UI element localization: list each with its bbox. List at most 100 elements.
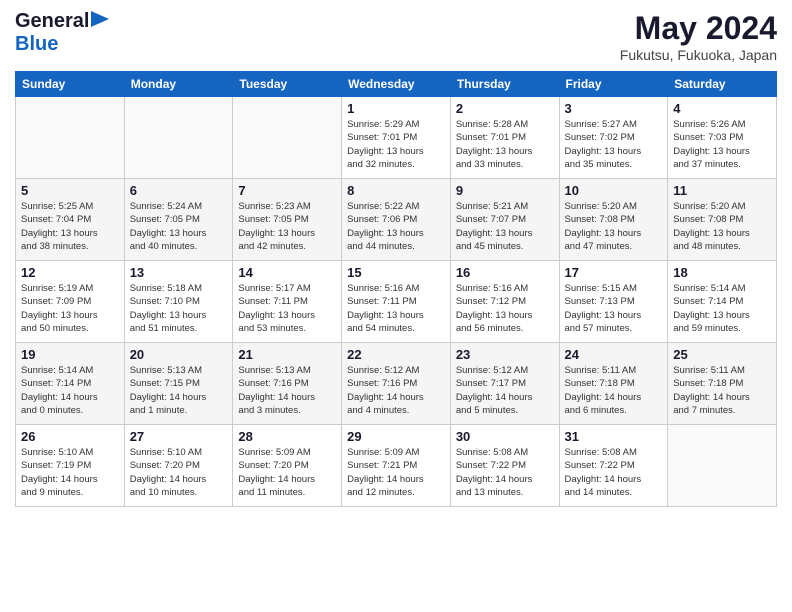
week-row-1: 1Sunrise: 5:29 AM Sunset: 7:01 PM Daylig… xyxy=(16,97,777,179)
day-info: Sunrise: 5:21 AM Sunset: 7:07 PM Dayligh… xyxy=(456,200,554,253)
table-cell xyxy=(16,97,125,179)
day-number: 3 xyxy=(565,101,663,116)
table-cell: 2 Sunrise: 5:28 AM Sunset: 7:01 PM Daylig… xyxy=(450,97,559,179)
logo-general: General xyxy=(15,10,89,33)
table-cell: 21 Sunrise: 5:13 AM Sunset: 7:16 PM Dayli… xyxy=(233,343,342,425)
header-monday: Monday xyxy=(124,72,233,97)
day-number: 17 xyxy=(565,265,663,280)
day-number: 12 xyxy=(21,265,119,280)
header-saturday: Saturday xyxy=(668,72,777,97)
location: Fukutsu, Fukuoka, Japan xyxy=(620,47,777,63)
table-cell: 4Sunrise: 5:26 AM Sunset: 7:03 PM Daylig… xyxy=(668,97,777,179)
logo: General Blue xyxy=(15,10,109,56)
logo-blue: Blue xyxy=(15,33,58,55)
week-row-2: 5Sunrise: 5:25 AM Sunset: 7:04 PM Daylig… xyxy=(16,179,777,261)
table-cell: 5Sunrise: 5:25 AM Sunset: 7:04 PM Daylig… xyxy=(16,179,125,261)
day-info: Sunrise: 5:19 AM Sunset: 7:09 PM Dayligh… xyxy=(21,282,119,335)
day-info: Sunrise: 5:14 AM Sunset: 7:14 PM Dayligh… xyxy=(21,364,119,417)
day-info: Sunrise: 5:08 AM Sunset: 7:22 PM Dayligh… xyxy=(565,446,663,499)
day-info: Sunrise: 5:11 AM Sunset: 7:18 PM Dayligh… xyxy=(565,364,663,417)
day-info: Sunrise: 5:27 AM Sunset: 7:02 PM Dayligh… xyxy=(565,118,663,171)
day-number: 8 xyxy=(347,183,445,198)
header-sunday: Sunday xyxy=(16,72,125,97)
day-info: Sunrise: 5:09 AM Sunset: 7:21 PM Dayligh… xyxy=(347,446,445,499)
table-cell xyxy=(668,425,777,507)
day-info: Sunrise: 5:25 AM Sunset: 7:04 PM Dayligh… xyxy=(21,200,119,253)
day-number: 24 xyxy=(565,347,663,362)
table-cell: 16 Sunrise: 5:16 AM Sunset: 7:12 PM Dayli… xyxy=(450,261,559,343)
table-cell: 22Sunrise: 5:12 AM Sunset: 7:16 PM Dayli… xyxy=(342,343,451,425)
day-number: 21 xyxy=(238,347,336,362)
week-row-3: 12 Sunrise: 5:19 AM Sunset: 7:09 PM Dayli… xyxy=(16,261,777,343)
day-info: Sunrise: 5:20 AM Sunset: 7:08 PM Dayligh… xyxy=(673,200,771,253)
day-number: 2 xyxy=(456,101,554,116)
day-info: Sunrise: 5:22 AM Sunset: 7:06 PM Dayligh… xyxy=(347,200,445,253)
calendar-header-row: Sunday Monday Tuesday Wednesday Thursday… xyxy=(16,72,777,97)
day-info: Sunrise: 5:16 AM Sunset: 7:11 PM Dayligh… xyxy=(347,282,445,335)
day-info: Sunrise: 5:23 AM Sunset: 7:05 PM Dayligh… xyxy=(238,200,336,253)
day-info: Sunrise: 5:17 AM Sunset: 7:11 PM Dayligh… xyxy=(238,282,336,335)
day-info: Sunrise: 5:24 AM Sunset: 7:05 PM Dayligh… xyxy=(130,200,228,253)
header-friday: Friday xyxy=(559,72,668,97)
day-number: 14 xyxy=(238,265,336,280)
table-cell: 11 Sunrise: 5:20 AM Sunset: 7:08 PM Dayli… xyxy=(668,179,777,261)
day-number: 15 xyxy=(347,265,445,280)
day-info: Sunrise: 5:14 AM Sunset: 7:14 PM Dayligh… xyxy=(673,282,771,335)
day-info: Sunrise: 5:12 AM Sunset: 7:16 PM Dayligh… xyxy=(347,364,445,417)
header-wednesday: Wednesday xyxy=(342,72,451,97)
day-info: Sunrise: 5:13 AM Sunset: 7:15 PM Dayligh… xyxy=(130,364,228,417)
day-number: 23 xyxy=(456,347,554,362)
day-number: 19 xyxy=(21,347,119,362)
day-info: Sunrise: 5:10 AM Sunset: 7:19 PM Dayligh… xyxy=(21,446,119,499)
table-cell: 26Sunrise: 5:10 AM Sunset: 7:19 PM Dayli… xyxy=(16,425,125,507)
table-cell: 29Sunrise: 5:09 AM Sunset: 7:21 PM Dayli… xyxy=(342,425,451,507)
day-number: 11 xyxy=(673,183,771,198)
logo-icon xyxy=(91,11,109,27)
table-cell: 20 Sunrise: 5:13 AM Sunset: 7:15 PM Dayli… xyxy=(124,343,233,425)
month-title: May 2024 xyxy=(620,10,777,47)
day-info: Sunrise: 5:09 AM Sunset: 7:20 PM Dayligh… xyxy=(238,446,336,499)
table-cell: 13 Sunrise: 5:18 AM Sunset: 7:10 PM Dayli… xyxy=(124,261,233,343)
day-info: Sunrise: 5:13 AM Sunset: 7:16 PM Dayligh… xyxy=(238,364,336,417)
table-cell: 25Sunrise: 5:11 AM Sunset: 7:18 PM Dayli… xyxy=(668,343,777,425)
day-number: 9 xyxy=(456,183,554,198)
page: General Blue May 2024 Fukutsu, Fukuoka, … xyxy=(0,0,792,612)
day-number: 1 xyxy=(347,101,445,116)
day-info: Sunrise: 5:20 AM Sunset: 7:08 PM Dayligh… xyxy=(565,200,663,253)
header-thursday: Thursday xyxy=(450,72,559,97)
day-info: Sunrise: 5:16 AM Sunset: 7:12 PM Dayligh… xyxy=(456,282,554,335)
table-cell: 6Sunrise: 5:24 AM Sunset: 7:05 PM Daylig… xyxy=(124,179,233,261)
table-cell: 12 Sunrise: 5:19 AM Sunset: 7:09 PM Dayli… xyxy=(16,261,125,343)
table-cell: 28 Sunrise: 5:09 AM Sunset: 7:20 PM Dayli… xyxy=(233,425,342,507)
day-number: 16 xyxy=(456,265,554,280)
day-number: 27 xyxy=(130,429,228,444)
table-cell: 30 Sunrise: 5:08 AM Sunset: 7:22 PM Dayli… xyxy=(450,425,559,507)
week-row-5: 26Sunrise: 5:10 AM Sunset: 7:19 PM Dayli… xyxy=(16,425,777,507)
day-number: 18 xyxy=(673,265,771,280)
day-info: Sunrise: 5:18 AM Sunset: 7:10 PM Dayligh… xyxy=(130,282,228,335)
title-block: May 2024 Fukutsu, Fukuoka, Japan xyxy=(620,10,777,63)
day-info: Sunrise: 5:15 AM Sunset: 7:13 PM Dayligh… xyxy=(565,282,663,335)
table-cell: 27Sunrise: 5:10 AM Sunset: 7:20 PM Dayli… xyxy=(124,425,233,507)
table-cell: 24 Sunrise: 5:11 AM Sunset: 7:18 PM Dayli… xyxy=(559,343,668,425)
day-number: 13 xyxy=(130,265,228,280)
table-cell: 10 Sunrise: 5:20 AM Sunset: 7:08 PM Dayli… xyxy=(559,179,668,261)
calendar: Sunday Monday Tuesday Wednesday Thursday… xyxy=(15,71,777,507)
day-info: Sunrise: 5:08 AM Sunset: 7:22 PM Dayligh… xyxy=(456,446,554,499)
day-number: 28 xyxy=(238,429,336,444)
table-cell: 3 Sunrise: 5:27 AM Sunset: 7:02 PM Daylig… xyxy=(559,97,668,179)
day-number: 4 xyxy=(673,101,771,116)
day-number: 7 xyxy=(238,183,336,198)
table-cell: 15 Sunrise: 5:16 AM Sunset: 7:11 PM Dayli… xyxy=(342,261,451,343)
week-row-4: 19 Sunrise: 5:14 AM Sunset: 7:14 PM Dayli… xyxy=(16,343,777,425)
table-cell xyxy=(233,97,342,179)
table-cell: 19 Sunrise: 5:14 AM Sunset: 7:14 PM Dayli… xyxy=(16,343,125,425)
table-cell xyxy=(124,97,233,179)
day-number: 20 xyxy=(130,347,228,362)
day-number: 30 xyxy=(456,429,554,444)
day-info: Sunrise: 5:28 AM Sunset: 7:01 PM Dayligh… xyxy=(456,118,554,171)
day-info: Sunrise: 5:11 AM Sunset: 7:18 PM Dayligh… xyxy=(673,364,771,417)
table-cell: 14 Sunrise: 5:17 AM Sunset: 7:11 PM Dayli… xyxy=(233,261,342,343)
day-number: 10 xyxy=(565,183,663,198)
day-info: Sunrise: 5:12 AM Sunset: 7:17 PM Dayligh… xyxy=(456,364,554,417)
